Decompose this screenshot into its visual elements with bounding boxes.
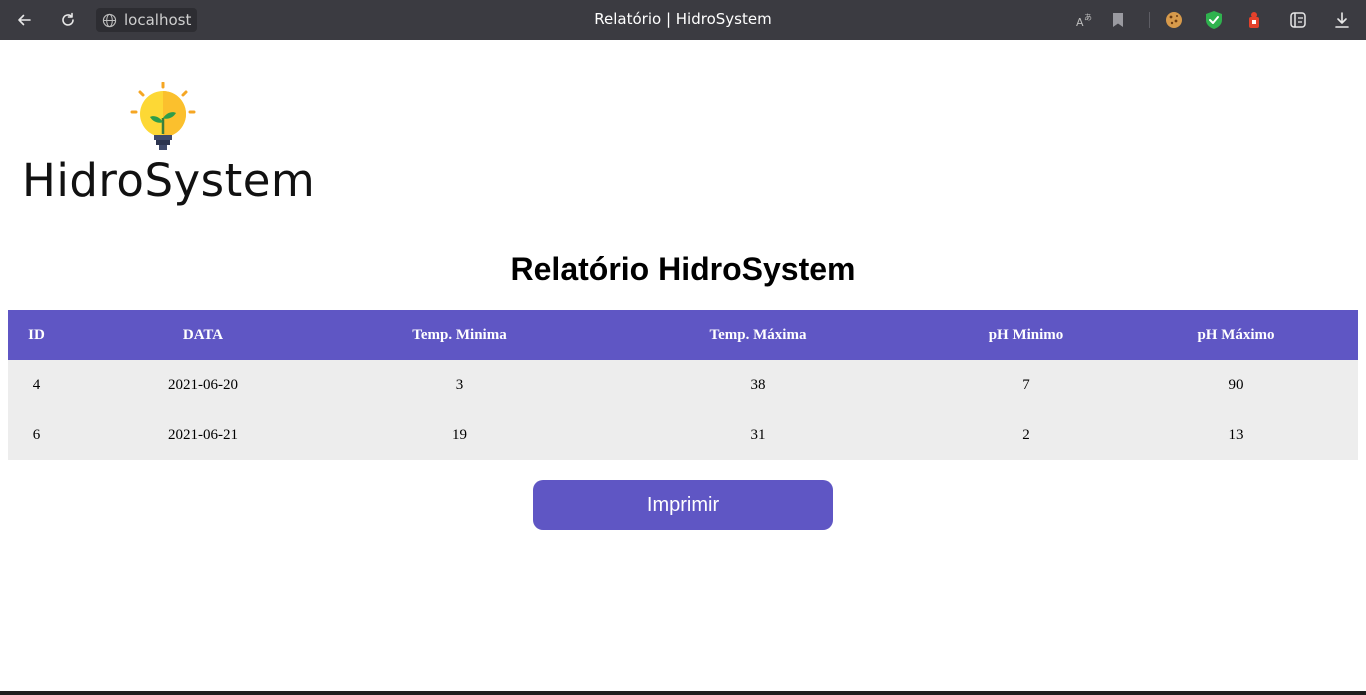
logo-wordmark: HidroSystem: [22, 154, 316, 207]
cell-temp-maxima: 31: [578, 410, 938, 460]
bookmark-icon[interactable]: [1106, 8, 1130, 32]
cell-data: 2021-06-20: [65, 360, 341, 410]
cell-ph-minimo: 7: [938, 360, 1114, 410]
page-title: Relatório HidroSystem: [510, 251, 856, 287]
report-table: ID DATA Temp. Minima Temp. Máxima pH Min…: [8, 310, 1358, 460]
cell-ph-maximo: 13: [1114, 410, 1358, 460]
toolbar-divider: [1149, 12, 1150, 28]
cell-data: 2021-06-21: [65, 410, 341, 460]
cell-temp-minima: 3: [341, 360, 578, 410]
cell-temp-maxima: 38: [578, 360, 938, 410]
table-row: 4 2021-06-20 3 38 7 90: [8, 360, 1358, 410]
svg-text:A: A: [1076, 16, 1084, 29]
cell-temp-minima: 19: [341, 410, 578, 460]
cell-ph-minimo: 2: [938, 410, 1114, 460]
lightbulb-plant-icon: [128, 81, 198, 159]
header-id: ID: [8, 310, 65, 360]
table-row: 6 2021-06-21 19 31 2 13: [8, 410, 1358, 460]
cell-id: 4: [8, 360, 65, 410]
header-ph-maximo: pH Máximo: [1114, 310, 1358, 360]
header-ph-minimo: pH Minimo: [938, 310, 1114, 360]
cell-ph-maximo: 90: [1114, 360, 1358, 410]
collections-icon[interactable]: [1286, 8, 1310, 32]
download-icon[interactable]: [1330, 8, 1354, 32]
cookie-icon[interactable]: [1162, 8, 1186, 32]
shield-check-icon[interactable]: [1202, 8, 1226, 32]
extension-icon[interactable]: [1242, 8, 1266, 32]
svg-text:あ: あ: [1084, 13, 1092, 22]
cell-id: 6: [8, 410, 65, 460]
translate-icon[interactable]: Aあ: [1073, 8, 1097, 32]
print-button[interactable]: Imprimir: [533, 480, 833, 530]
table-header-row: ID DATA Temp. Minima Temp. Máxima pH Min…: [8, 310, 1358, 360]
browser-toolbar: localhost Relatório | HidroSystem Aあ: [0, 0, 1366, 40]
window-bottom-edge: [0, 691, 1366, 695]
header-temp-minima: Temp. Minima: [341, 310, 578, 360]
header-data: DATA: [65, 310, 341, 360]
header-temp-maxima: Temp. Máxima: [578, 310, 938, 360]
hidrosystem-logo: HidroSystem: [22, 80, 316, 210]
